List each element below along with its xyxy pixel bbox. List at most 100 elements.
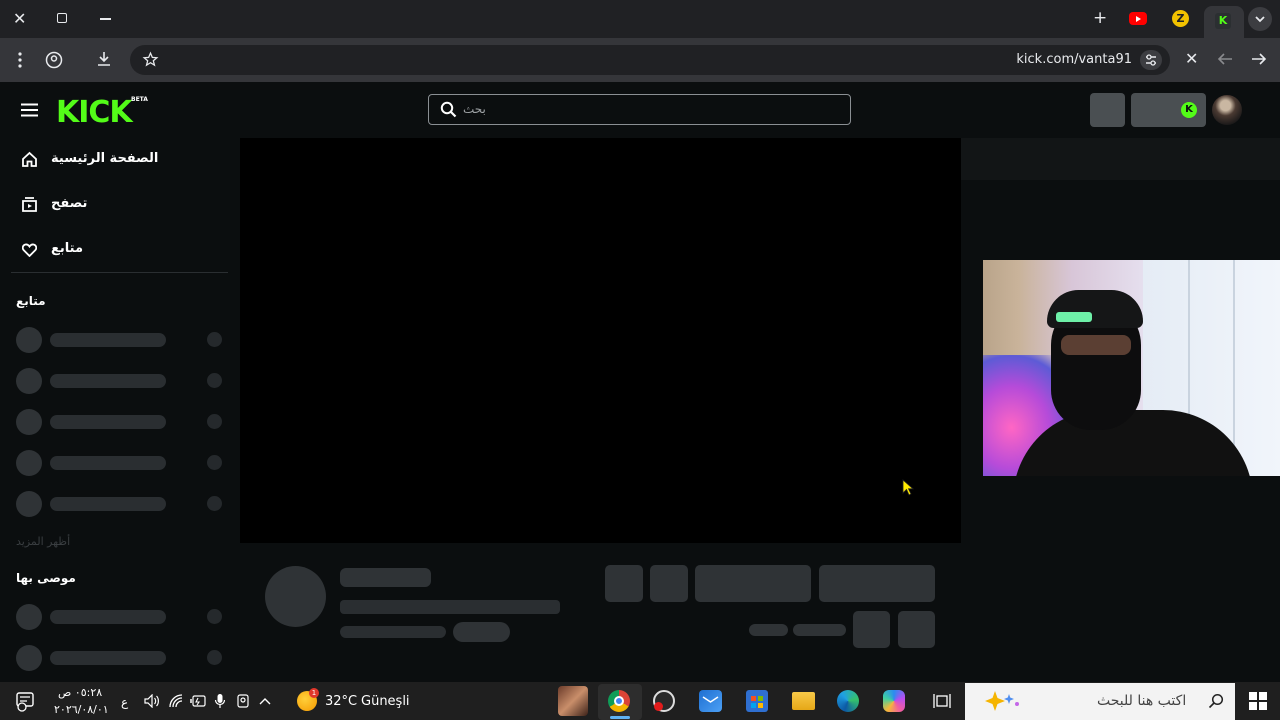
follow-skeleton-button[interactable] [695,565,811,602]
file-explorer-icon[interactable] [792,692,815,710]
list-item[interactable] [16,326,226,354]
list-item[interactable] [16,644,226,672]
skeleton-avatar [16,604,42,630]
tab-search-icon[interactable] [1248,7,1272,31]
weather-label[interactable]: Güneşli [361,694,410,709]
search-icon [440,101,457,118]
search-placeholder: بحث [463,102,486,116]
streamer-avatar-skeleton [265,566,326,627]
kick-logo[interactable]: KICK [56,95,133,130]
skeleton-text [50,374,166,388]
header-skeleton-button-wide[interactable]: K [1131,93,1206,127]
video-player[interactable] [240,138,961,543]
list-item[interactable] [16,367,226,395]
back-arrow-icon[interactable] [1216,51,1234,67]
following-heading: متابع [16,294,46,308]
action-skeleton-button[interactable] [650,565,688,602]
download-icon[interactable] [95,50,113,68]
beta-badge: BETA [131,96,148,103]
menu-kebab-icon[interactable] [18,52,22,68]
store-icon[interactable] [746,690,768,712]
sidebar-item-following[interactable]: متابع [18,238,218,262]
face-eyes-band [1061,335,1131,355]
skeleton-avatar [16,645,42,671]
skeleton-avatar [16,368,42,394]
webcam-overlay [983,260,1280,476]
taskbar-search-placeholder: اكتب هنا للبحث [1097,693,1187,709]
input-language[interactable]: ع [121,695,128,709]
clock-date[interactable]: ٢٠٢٦/٠٨/٠١ [54,703,109,716]
stream-tag-skeleton [453,622,510,642]
active-app-underline [610,716,630,719]
battery-icon[interactable] [190,695,206,707]
mail-icon[interactable] [699,690,722,712]
camera-icon[interactable] [236,693,250,709]
browse-icon [21,196,38,213]
wifi-icon[interactable] [168,694,184,708]
close-window-icon[interactable]: ✕ [13,11,26,27]
clock-time[interactable]: ٠٥:٢٨ ص [58,686,102,699]
sidebar-item-home[interactable]: الصفحة الرئيسية [18,148,218,172]
windows-start-icon[interactable] [1249,692,1267,710]
list-item[interactable] [16,490,226,518]
forward-arrow-icon[interactable] [1250,51,1268,67]
site-search-input[interactable]: بحث [428,94,851,125]
skeleton-text [50,651,166,665]
youtube-tab-icon[interactable] [1129,12,1147,25]
recommended-heading: موصى بها [16,571,76,585]
minimize-window-icon[interactable] [100,18,111,20]
extension-z-icon[interactable]: Z [1172,10,1189,27]
app-photo-icon[interactable] [558,686,588,716]
skeleton-text [50,415,166,429]
restore-window-icon[interactable] [57,13,67,23]
header-skeleton-button[interactable] [1090,93,1125,127]
copilot-icon[interactable] [883,690,905,712]
obs-icon[interactable] [653,690,675,712]
hamburger-menu-icon[interactable] [21,103,38,117]
address-bar[interactable]: kick.com/vanta91 [130,45,1170,75]
search-icon [1208,693,1224,709]
weather-badge: 1 [309,688,319,698]
skeleton-avatar [16,491,42,517]
more-skeleton-button[interactable] [898,611,935,648]
skeleton-text [50,456,166,470]
list-item[interactable] [16,408,226,436]
bookmark-star-icon[interactable] [142,51,159,68]
edge-icon[interactable] [837,690,859,712]
action-skeleton-button[interactable] [605,565,643,602]
list-item[interactable] [16,603,226,631]
profile-icon[interactable] [45,51,63,69]
microphone-icon[interactable] [214,693,226,709]
user-avatar[interactable] [1212,95,1242,125]
skeleton-text [50,333,166,347]
weather-temp[interactable]: 32°C [325,694,357,709]
home-icon [21,151,38,168]
chrome-icon[interactable] [608,690,630,712]
stop-loading-icon[interactable]: ✕ [1185,51,1198,67]
volume-icon[interactable] [144,694,160,708]
kick-k-icon: K [1181,102,1197,118]
task-view-icon[interactable] [933,693,951,709]
sparkle-icon [983,690,1023,712]
list-item[interactable] [16,449,226,477]
site-settings-icon[interactable] [1140,50,1162,70]
show-more-link[interactable]: أظهر المزيد [16,535,70,548]
skeleton-text [50,610,166,624]
kick-favicon-icon: K [1215,13,1231,29]
cap-logo [1056,312,1092,322]
subscribe-skeleton-button[interactable] [819,565,935,602]
active-tab[interactable]: K [1204,6,1244,38]
taskbar-search-input[interactable]: اكتب هنا للبحث [965,683,1235,720]
notification-icon[interactable] [14,692,36,712]
skeleton-dot [207,373,222,388]
viewer-count-skeleton [749,624,788,636]
sidebar-divider [11,272,228,273]
share-skeleton-button[interactable] [853,611,890,648]
sidebar-item-label: الصفحة الرئيسية [51,151,159,166]
new-tab-icon[interactable]: + [1093,10,1107,27]
skeleton-avatar [16,450,42,476]
sidebar-item-browse[interactable]: تصفح [18,193,218,217]
skeleton-text [50,497,166,511]
chevron-up-icon[interactable] [258,696,272,706]
url-text[interactable]: kick.com/vanta91 [1016,52,1132,67]
